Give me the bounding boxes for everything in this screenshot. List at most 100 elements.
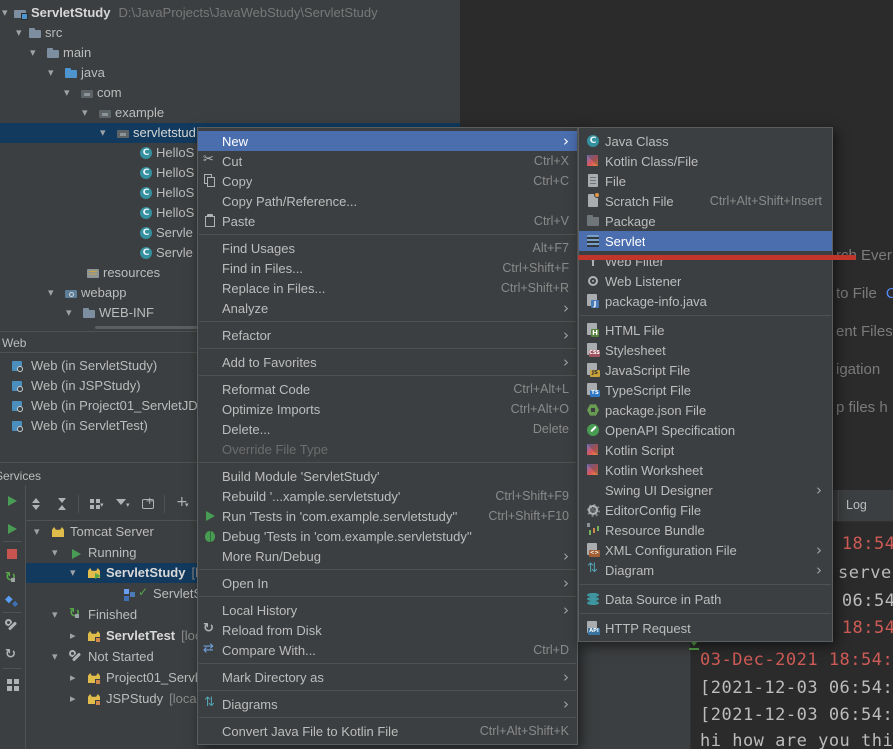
chevron-right-icon[interactable] [70, 689, 82, 709]
menu-item-paste[interactable]: Paste Ctrl+V [198, 211, 577, 231]
redeploy-icon[interactable] [4, 570, 20, 587]
chevron-down-icon[interactable] [30, 43, 42, 63]
kotlin-icon [585, 442, 601, 458]
chevron-down-icon[interactable] [82, 103, 94, 123]
stop-icon[interactable] [4, 546, 20, 562]
chevron-down-icon[interactable] [52, 543, 64, 563]
menu-item-mark-directory-as[interactable]: Mark Directory as [198, 667, 577, 687]
expand-all-icon[interactable] [28, 496, 44, 512]
tree-row-com[interactable]: com [0, 83, 460, 103]
submenu-item-kotlin-class[interactable]: Kotlin Class/File [579, 151, 832, 171]
tree-row-main[interactable]: main [0, 43, 460, 63]
submenu-item-diagram[interactable]: Diagram [579, 560, 832, 580]
menu-item-replace-in-files[interactable]: Replace in Files... Ctrl+Shift+R [198, 278, 577, 298]
chevron-right-icon[interactable] [70, 668, 82, 688]
blank-icon [202, 602, 218, 618]
submenu-item-stylesheet[interactable]: Stylesheet [579, 340, 832, 360]
tree-row-project-root[interactable]: ServletStudy D:\JavaProjects\JavaWebStudy… [0, 3, 460, 23]
blank-icon [202, 548, 218, 564]
chevron-down-icon[interactable] [34, 522, 46, 542]
menu-item-local-history[interactable]: Local History [198, 600, 577, 620]
submenu-item-typescript-file[interactable]: TypeScript File [579, 380, 832, 400]
dashboard-grid-icon[interactable] [4, 676, 20, 692]
menu-item-add-to-favorites[interactable]: Add to Favorites [198, 352, 577, 372]
menu-item-find-in-files[interactable]: Find in Files... Ctrl+Shift+F [198, 258, 577, 278]
submenu-item-web-listener[interactable]: Web Listener [579, 271, 832, 291]
submenu-item-http-request[interactable]: HTTP Request [579, 618, 832, 638]
menu-item-analyze[interactable]: Analyze [198, 298, 577, 318]
add-service-icon[interactable] [174, 494, 190, 512]
menu-item-delete[interactable]: Delete... Delete [198, 419, 577, 439]
submenu-item-kotlin-worksheet[interactable]: Kotlin Worksheet [579, 460, 832, 480]
submenu-item-package[interactable]: Package [579, 211, 832, 231]
menu-separator [199, 569, 576, 570]
package-icon [585, 213, 601, 229]
services-icon[interactable] [4, 594, 20, 610]
chevron-down-icon[interactable] [66, 303, 78, 323]
submenu-item-java-class[interactable]: Java Class [579, 131, 832, 151]
show-frame-icon[interactable] [140, 496, 156, 512]
menu-item-find-usages[interactable]: Find Usages Alt+F7 [198, 238, 577, 258]
submenu-item-xml-config[interactable]: XML Configuration File [579, 540, 832, 560]
submenu-item-editorconfig[interactable]: EditorConfig File [579, 500, 832, 520]
submenu-item-html-file[interactable]: HTML File [579, 320, 832, 340]
menu-item-refactor[interactable]: Refactor [198, 325, 577, 345]
chevron-down-icon[interactable] [70, 563, 82, 583]
menu-item-optimize-imports[interactable]: Optimize Imports Ctrl+Alt+O [198, 399, 577, 419]
chevron-down-icon[interactable] [48, 283, 60, 303]
tab-log[interactable]: Log [846, 490, 867, 521]
submenu-item-resource-bundle[interactable]: Resource Bundle [579, 520, 832, 540]
chevron-down-icon[interactable] [64, 83, 76, 103]
menu-separator [199, 596, 576, 597]
menu-item-new[interactable]: New [198, 131, 577, 151]
tree-row-src[interactable]: src [0, 23, 460, 43]
rerun-icon[interactable] [4, 520, 20, 536]
menu-item-cut[interactable]: CutCtrl+X [198, 151, 577, 171]
blank-icon [202, 240, 218, 256]
group-by-icon[interactable] [88, 496, 104, 512]
horizontal-scrollbar[interactable] [95, 326, 205, 329]
filter-icon[interactable] [114, 496, 130, 512]
refresh-icon[interactable] [4, 647, 20, 664]
wrench-settings-icon[interactable] [4, 618, 20, 634]
tree-item-label: servletstud [133, 125, 196, 140]
chevron-right-icon[interactable] [70, 626, 82, 646]
submenu-item-javascript-file[interactable]: JavaScript File [579, 360, 832, 380]
menu-item-run-tests[interactable]: Run 'Tests in 'com.example.servletstudy'… [198, 506, 577, 526]
submenu-item-servlet[interactable]: Servlet [579, 231, 832, 251]
menu-item-compare-with[interactable]: Compare With...Ctrl+D [198, 640, 577, 660]
menu-item-debug-tests[interactable]: Debug 'Tests in 'com.example.servletstud… [198, 526, 577, 546]
chevron-down-icon[interactable] [100, 123, 112, 143]
run-icon[interactable] [4, 492, 20, 508]
submenu-item-kotlin-script[interactable]: Kotlin Script [579, 440, 832, 460]
menu-item-more-run-debug[interactable]: More Run/Debug [198, 546, 577, 566]
tree-row-example[interactable]: example [0, 103, 460, 123]
menu-item-build-module[interactable]: Build Module 'ServletStudy' [198, 466, 577, 486]
menu-item-rebuild[interactable]: Rebuild '...xample.servletstudy' Ctrl+Shi… [198, 486, 577, 506]
menu-item-reload-from-disk[interactable]: Reload from Disk [198, 620, 577, 640]
menu-item-convert-to-kotlin[interactable]: Convert Java File to Kotlin File Ctrl+Alt… [198, 721, 577, 741]
menu-item-diagrams[interactable]: Diagrams [198, 694, 577, 714]
services-panel-title: Services [0, 469, 42, 483]
blank-icon [202, 300, 218, 316]
chevron-down-icon[interactable] [52, 605, 64, 625]
submenu-item-openapi[interactable]: OpenAPI Specification [579, 420, 832, 440]
submenu-item-data-source[interactable]: Data Source in Path [579, 589, 832, 609]
menu-separator [199, 462, 576, 463]
submenu-item-scratch-file[interactable]: Scratch File Ctrl+Alt+Shift+Insert [579, 191, 832, 211]
menu-item-reformat-code[interactable]: Reformat Code Ctrl+Alt+L [198, 379, 577, 399]
menu-item-copy[interactable]: Copy Ctrl+C [198, 171, 577, 191]
menu-item-open-in[interactable]: Open In [198, 573, 577, 593]
menu-item-copy-path[interactable]: Copy Path/Reference... [198, 191, 577, 211]
tree-row-java[interactable]: java [0, 63, 460, 83]
submenu-item-web-filter[interactable]: Web Filter [579, 251, 832, 271]
submenu-item-package-json[interactable]: package.json File [579, 400, 832, 420]
collapse-all-icon[interactable] [54, 496, 70, 512]
chevron-down-icon[interactable] [48, 63, 60, 83]
scratch-file-icon [585, 192, 601, 209]
chevron-down-icon[interactable] [52, 647, 64, 667]
submenu-item-package-info[interactable]: package-info.java [579, 291, 832, 311]
submenu-item-swing-ui-designer[interactable]: Swing UI Designer [579, 480, 832, 500]
submenu-item-file[interactable]: File [579, 171, 832, 191]
class-icon [138, 165, 154, 181]
